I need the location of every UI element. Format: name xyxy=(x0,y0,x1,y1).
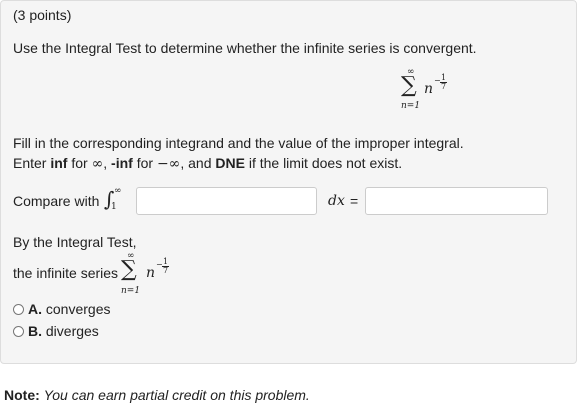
neg-inf-keyword: -inf xyxy=(111,155,133,171)
radio-diverges[interactable] xyxy=(13,326,24,337)
option-a-text: converges xyxy=(45,301,111,317)
and-text: , and xyxy=(180,155,216,171)
integral-lower-limit: 1 xyxy=(111,202,117,212)
integral-test-label: By the Integral Test, xyxy=(13,234,137,250)
series-display: ∞ ∑ n − 1 7 n=1 xyxy=(399,67,459,117)
option-b-text: diverges xyxy=(45,323,99,339)
option-diverges-label: B. diverges xyxy=(28,323,99,339)
inf-keyword: inf xyxy=(50,155,68,171)
problem-instruction: Use the Integral Test to determine wheth… xyxy=(13,40,477,56)
equals-sign: = xyxy=(350,193,359,209)
exponent-fraction: 1 7 xyxy=(440,74,448,91)
dx-label: dx xyxy=(328,193,345,209)
inline-series-term: n xyxy=(146,265,156,281)
integral-value-input[interactable] xyxy=(365,187,548,215)
inline-series-lower-limit: n=1 xyxy=(121,286,141,296)
series-lower-limit: n=1 xyxy=(401,101,421,111)
integrand-input[interactable] xyxy=(136,187,317,215)
inline-sigma-symbol: ∑ xyxy=(121,257,137,282)
inline-series: ∞ ∑ n − 1 7 n=1 xyxy=(121,251,181,299)
inline-exponent-fraction: 1 7 xyxy=(162,258,170,275)
for-text: for xyxy=(67,155,92,171)
integral-upper-limit: ∞ xyxy=(114,186,122,196)
enter-text: Enter xyxy=(13,155,51,171)
option-b-letter: B. xyxy=(28,323,42,339)
note: Note: You can earn partial credit on thi… xyxy=(4,387,310,403)
neg-infinity-symbol: −∞ xyxy=(156,156,181,172)
note-text: You can earn partial credit on this prob… xyxy=(43,387,310,403)
dne-tail-text: if the limit does not exist. xyxy=(244,155,403,171)
compare-label: Compare with xyxy=(13,193,100,209)
radio-converges[interactable] xyxy=(13,304,24,315)
exponent-denominator: 7 xyxy=(441,82,447,91)
note-label: Note: xyxy=(4,387,40,403)
dne-keyword: DNE xyxy=(215,155,245,171)
sigma-symbol: ∑ xyxy=(401,73,417,98)
series-label: the infinite series xyxy=(13,265,119,281)
for-text-2: for xyxy=(132,155,157,171)
series-term: n xyxy=(424,81,434,97)
inline-exponent-denominator: 7 xyxy=(163,266,169,275)
fill-instruction-line2: Enter inf for ∞, -inf for −∞, and DNE if… xyxy=(13,155,402,172)
infinity-symbol: ∞ xyxy=(91,156,104,172)
points-label: (3 points) xyxy=(13,7,72,23)
option-converges-label: A. converges xyxy=(28,301,110,317)
problem-container: (3 points) Use the Integral Test to dete… xyxy=(0,0,577,364)
fill-instruction-line1: Fill in the corresponding integrand and … xyxy=(13,135,464,151)
comma-text: , xyxy=(103,155,112,171)
option-a-letter: A. xyxy=(28,301,42,317)
